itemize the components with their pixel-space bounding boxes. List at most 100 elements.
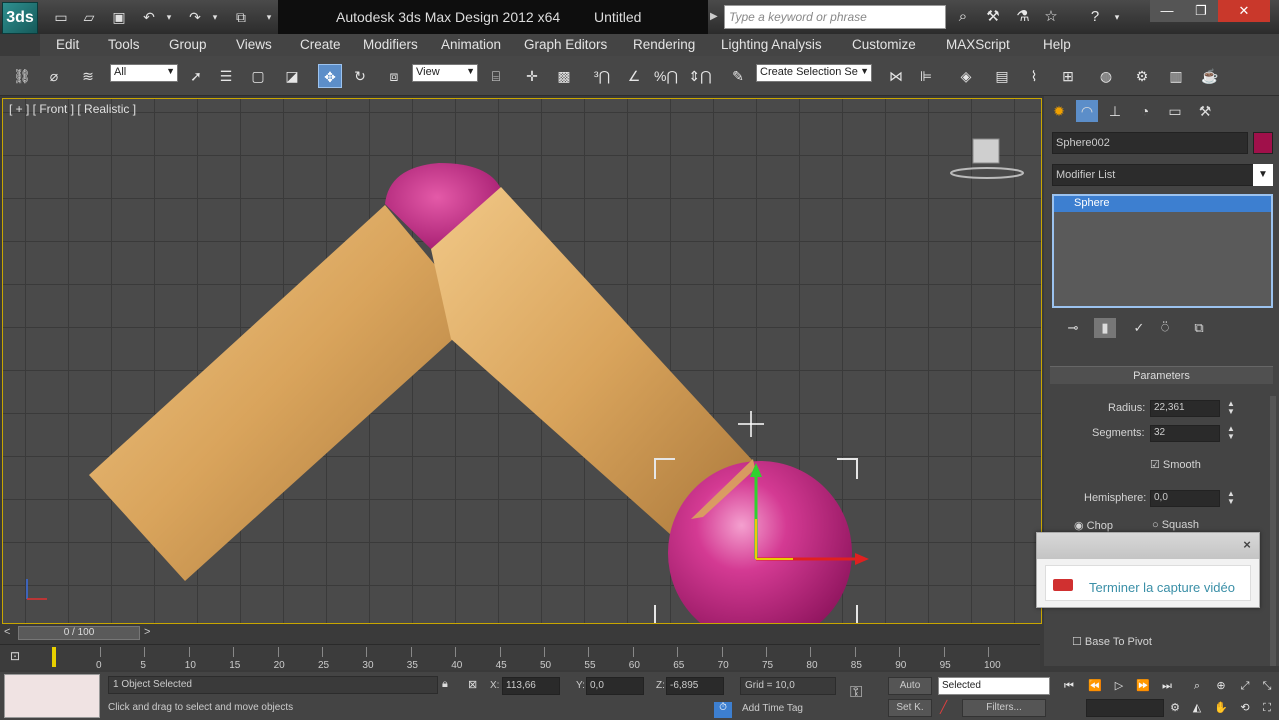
bind-to-space-warp-icon[interactable]: ≋ bbox=[76, 64, 100, 88]
project-folder-icon[interactable]: ⧉ bbox=[230, 7, 252, 27]
time-slider[interactable]: < 0 / 100 > bbox=[2, 626, 1042, 642]
curve-editor-icon[interactable]: ⌇ bbox=[1022, 64, 1046, 88]
maximize-viewport-icon[interactable]: ⛶ bbox=[1258, 699, 1276, 717]
time-configuration-icon[interactable]: ⚙ bbox=[1166, 699, 1184, 717]
current-frame-field[interactable] bbox=[1086, 699, 1164, 717]
rectangular-selection-icon[interactable]: ▢ bbox=[246, 64, 270, 88]
undo-icon[interactable]: ↶ bbox=[138, 7, 160, 27]
named-selection-dropdown[interactable]: Create Selection Se bbox=[756, 64, 872, 82]
auto-key-button[interactable]: Auto bbox=[888, 677, 932, 695]
selection-filter-dropdown[interactable]: All bbox=[110, 64, 178, 82]
zoom-all-icon[interactable]: ⊕ bbox=[1212, 677, 1230, 695]
menu-group[interactable]: Group bbox=[169, 37, 207, 52]
help-icon[interactable]: ? bbox=[1084, 6, 1106, 28]
select-and-link-icon[interactable]: ⛓ bbox=[10, 64, 34, 88]
scene-geometry[interactable] bbox=[3, 99, 1042, 624]
chevron-down-icon[interactable]: ▼ bbox=[1253, 164, 1273, 186]
modify-tab-icon[interactable]: ◠ bbox=[1076, 100, 1098, 122]
stack-item-sphere[interactable]: Sphere bbox=[1054, 196, 1271, 212]
hemisphere-spinner-arrows[interactable]: ▲ ▼ bbox=[1226, 490, 1236, 507]
search-expand-icon[interactable]: ▶ bbox=[710, 8, 724, 26]
snaps-toggle-icon[interactable]: ³⋂ bbox=[590, 64, 614, 88]
base-to-pivot-checkbox[interactable]: ☐ Base To Pivot bbox=[1072, 635, 1152, 648]
unlink-icon[interactable]: ⌀ bbox=[42, 64, 66, 88]
segments-spinner-arrows[interactable]: ▲ ▼ bbox=[1226, 425, 1236, 442]
graphite-ribbon-icon[interactable]: ▤ bbox=[990, 64, 1014, 88]
absolute-mode-icon[interactable]: ⊠ bbox=[468, 678, 482, 694]
schematic-view-icon[interactable]: ⊞ bbox=[1056, 64, 1080, 88]
select-and-scale-icon[interactable]: ⧈ bbox=[382, 64, 406, 88]
object-color-swatch[interactable] bbox=[1253, 132, 1273, 154]
menu-rendering[interactable]: Rendering bbox=[633, 37, 695, 52]
go-to-end-icon[interactable]: ⏭ bbox=[1158, 677, 1176, 695]
time-slider-handle[interactable]: 0 / 100 bbox=[18, 626, 140, 640]
select-object-icon[interactable]: ➚ bbox=[184, 64, 208, 88]
subscription-center-icon[interactable]: ⚒ bbox=[982, 6, 1004, 28]
configure-modifier-sets-icon[interactable]: ⧉ bbox=[1188, 318, 1210, 338]
layer-manager-icon[interactable]: ◈ bbox=[954, 64, 978, 88]
angle-snap-icon[interactable]: ∠ bbox=[622, 64, 646, 88]
previous-frame-icon[interactable]: ⏪ bbox=[1086, 677, 1104, 695]
menu-edit[interactable]: Edit bbox=[56, 37, 79, 52]
minimize-button[interactable]: — bbox=[1150, 0, 1184, 22]
viewcube-icon[interactable] bbox=[949, 135, 1029, 179]
app-logo-button[interactable]: 3ds bbox=[2, 2, 38, 34]
pin-stack-icon[interactable]: ⊸ bbox=[1062, 318, 1084, 338]
search-input[interactable]: Type a keyword or phrase bbox=[724, 5, 946, 29]
menu-maxscript[interactable]: MAXScript bbox=[946, 37, 1010, 52]
new-file-icon[interactable]: ▭ bbox=[50, 7, 72, 27]
key-filters-button[interactable]: Filters... bbox=[962, 699, 1046, 717]
align-icon[interactable]: ⊫ bbox=[914, 64, 938, 88]
binoculars-icon[interactable]: ⌕ bbox=[952, 6, 974, 28]
percent-snap-icon[interactable]: %⋂ bbox=[654, 64, 678, 88]
rendered-frame-window-icon[interactable]: ▥ bbox=[1164, 64, 1188, 88]
display-tab-icon[interactable]: ▭ bbox=[1164, 100, 1186, 122]
squash-radio[interactable]: ○ Squash bbox=[1152, 519, 1199, 531]
render-production-icon[interactable]: ☕ bbox=[1198, 64, 1222, 88]
key-icon[interactable]: ⚿ bbox=[850, 684, 876, 704]
menu-graph-editors[interactable]: Graph Editors bbox=[524, 37, 607, 52]
stop-capture-link[interactable]: Terminer la capture vidéo bbox=[1089, 580, 1235, 595]
front-viewport[interactable]: [ + ] [ Front ] [ Realistic ] bbox=[2, 98, 1042, 624]
close-icon[interactable]: × bbox=[1239, 537, 1255, 553]
communication-center-icon[interactable]: ⚗ bbox=[1012, 6, 1034, 28]
pivot-center-icon[interactable]: ⌸ bbox=[484, 64, 508, 88]
menu-modifiers[interactable]: Modifiers bbox=[363, 37, 418, 52]
play-icon[interactable]: ▷ bbox=[1110, 677, 1128, 695]
add-time-tag-button[interactable]: Add Time Tag bbox=[742, 703, 803, 714]
go-to-start-icon[interactable]: ⏮ bbox=[1060, 677, 1078, 695]
window-crossing-icon[interactable]: ◪ bbox=[280, 64, 304, 88]
modifier-list-dropdown[interactable]: Modifier List bbox=[1052, 164, 1273, 186]
set-key-button[interactable]: Set K. bbox=[888, 699, 932, 717]
modifier-stack[interactable]: Sphere bbox=[1052, 194, 1273, 308]
radius-spinner-arrows[interactable]: ▲ ▼ bbox=[1226, 400, 1236, 417]
hemisphere-spinner[interactable]: 0,0 bbox=[1150, 490, 1220, 507]
edit-named-selection-icon[interactable]: ✎ bbox=[726, 64, 750, 88]
x-coordinate-field[interactable]: 113,66 bbox=[502, 677, 560, 695]
render-setup-icon[interactable]: ⚙ bbox=[1130, 64, 1154, 88]
select-and-manipulate-icon[interactable]: ✛ bbox=[520, 64, 544, 88]
redo-icon[interactable]: ↷ bbox=[184, 7, 206, 27]
time-slider-prev-icon[interactable]: < bbox=[4, 626, 10, 638]
utilities-tab-icon[interactable]: ⚒ bbox=[1194, 100, 1216, 122]
time-tag-icon[interactable]: ⏱ bbox=[714, 702, 732, 718]
quick-access-dropdown-icon[interactable]: ▾ bbox=[258, 7, 280, 27]
select-by-name-icon[interactable]: ☰ bbox=[214, 64, 238, 88]
hierarchy-tab-icon[interactable]: ⊥ bbox=[1104, 100, 1126, 122]
remove-modifier-icon[interactable]: ⍥ bbox=[1154, 318, 1176, 338]
material-editor-icon[interactable]: ◍ bbox=[1094, 64, 1118, 88]
panel-scrollbar[interactable] bbox=[1270, 396, 1276, 666]
menu-views[interactable]: Views bbox=[236, 37, 272, 52]
pan-view-icon[interactable]: ✋ bbox=[1212, 699, 1230, 717]
object-name-field[interactable]: Sphere002 bbox=[1052, 132, 1248, 154]
select-and-move-icon[interactable]: ✥ bbox=[318, 64, 342, 88]
save-icon[interactable]: ▣ bbox=[108, 7, 130, 27]
chop-radio[interactable]: ◉ Chop bbox=[1074, 519, 1113, 532]
motion-tab-icon[interactable]: ◔ bbox=[1134, 100, 1156, 122]
close-window-button[interactable]: ✕ bbox=[1218, 0, 1270, 22]
menu-help[interactable]: Help bbox=[1043, 37, 1071, 52]
radius-spinner[interactable]: 22,361 bbox=[1150, 400, 1220, 417]
help-dropdown-icon[interactable]: ▾ bbox=[1106, 6, 1128, 28]
keyboard-shortcut-override-icon[interactable]: ▩ bbox=[552, 64, 576, 88]
key-filter-dropdown[interactable]: Selected bbox=[938, 677, 1050, 695]
